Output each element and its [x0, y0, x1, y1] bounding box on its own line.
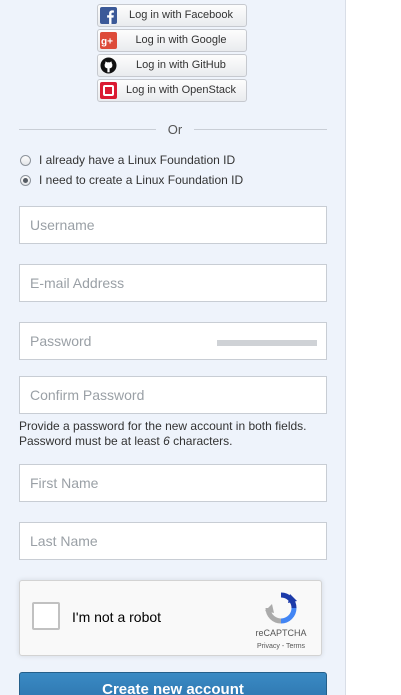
- create-id-radio[interactable]: [20, 174, 31, 186]
- github-login-label: Log in with GitHub: [136, 59, 226, 71]
- recaptcha-logo-icon: [264, 591, 298, 625]
- existing-id-label: I already have a Linux Foundation ID: [39, 153, 236, 167]
- password-help-suffix: characters.: [169, 434, 233, 448]
- github-login-button[interactable]: Log in with GitHub: [97, 54, 247, 77]
- divider-line-left: [19, 129, 156, 130]
- username-input[interactable]: [19, 206, 327, 244]
- openstack-login-button[interactable]: Log in with OpenStack: [97, 79, 247, 102]
- recaptcha-brand: reCAPTCHA: [255, 628, 307, 638]
- password-min-length: 6: [163, 434, 170, 448]
- or-divider-text: Or: [167, 122, 183, 137]
- openstack-icon: [100, 82, 117, 99]
- create-id-option[interactable]: I need to create a Linux Foundation ID: [20, 172, 243, 188]
- recaptcha-label: I'm not a robot: [72, 609, 162, 625]
- existing-id-radio[interactable]: [20, 154, 31, 166]
- password-strength-meter: [217, 340, 317, 346]
- github-icon: [100, 57, 117, 74]
- facebook-login-label: Log in with Facebook: [129, 9, 233, 21]
- google-login-label: Log in with Google: [135, 34, 227, 46]
- recaptcha-checkbox[interactable]: [32, 602, 60, 630]
- email-input[interactable]: [19, 264, 327, 302]
- google-login-button[interactable]: g+ Log in with Google: [97, 29, 247, 52]
- password-help-text: Provide a password for the new account i…: [19, 419, 339, 449]
- recaptcha-widget: I'm not a robot reCAPTCHA Privacy - Term…: [19, 580, 322, 656]
- recaptcha-privacy-terms[interactable]: Privacy - Terms: [250, 643, 312, 650]
- first-name-input[interactable]: [19, 464, 327, 502]
- existing-id-option[interactable]: I already have a Linux Foundation ID: [20, 152, 235, 168]
- divider-line-right: [194, 129, 327, 130]
- registration-panel: Log in with Facebook g+ Log in with Goog…: [0, 0, 346, 695]
- facebook-login-button[interactable]: Log in with Facebook: [97, 4, 247, 27]
- openstack-login-label: Log in with OpenStack: [125, 84, 237, 96]
- last-name-input[interactable]: [19, 522, 327, 560]
- create-account-button[interactable]: Create new account: [19, 672, 327, 695]
- svg-text:g+: g+: [101, 37, 113, 48]
- create-id-label: I need to create a Linux Foundation ID: [39, 173, 244, 187]
- google-plus-icon: g+: [100, 32, 117, 49]
- facebook-icon: [100, 7, 117, 24]
- confirm-password-input[interactable]: [19, 376, 327, 414]
